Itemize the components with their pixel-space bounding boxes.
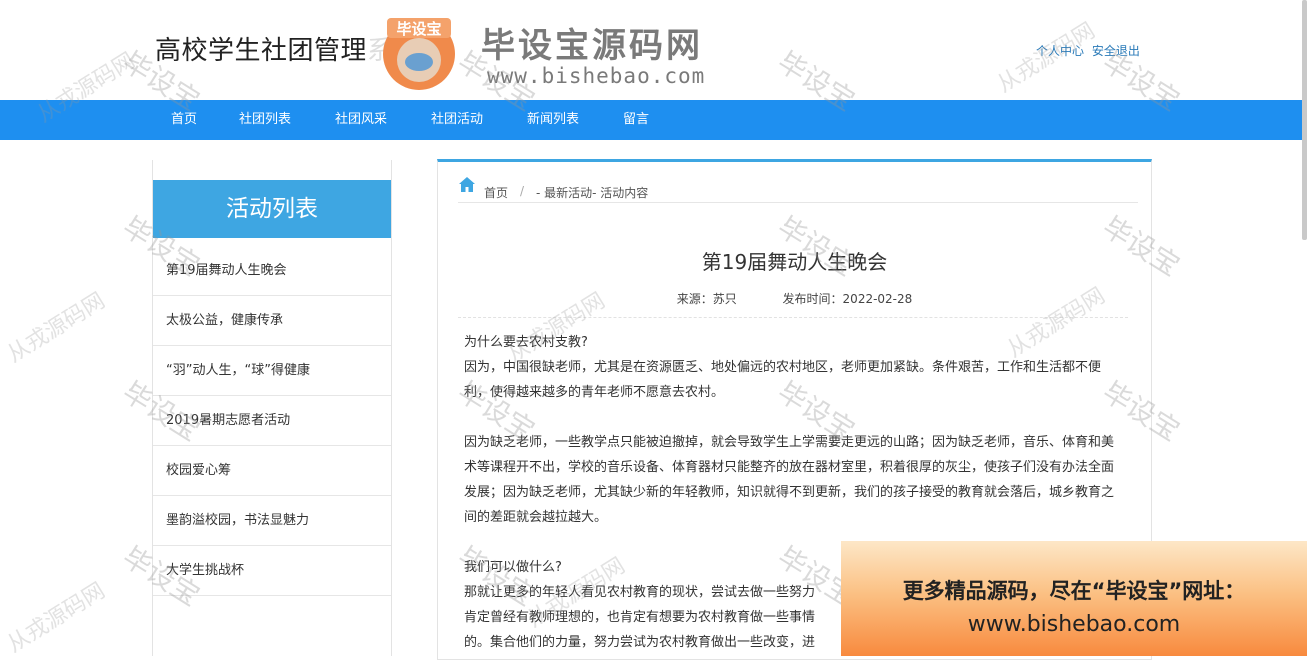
- logo-site-name: 毕设宝源码网: [481, 26, 703, 66]
- sidebar-item-activity[interactable]: 校园爱心筹: [153, 446, 391, 496]
- promo-banner[interactable]: 更多精品源码，尽在“毕设宝”网址： www.bishebao.com: [841, 541, 1307, 656]
- logo-badge-text: 毕设宝: [396, 20, 441, 38]
- user-center-link[interactable]: 个人中心: [1036, 44, 1084, 58]
- activity-list: 第19届舞动人生晚会 太极公益，健康传承 “羽”动人生，“球”得健康 2019暑…: [153, 246, 391, 596]
- logo-badge-icon: 毕设宝: [383, 18, 455, 90]
- logo-url: www.bishebao.com: [487, 64, 706, 88]
- article-paragraph: 因为缺乏老师，一些教学点只能被迫撤掉，就会导致学生上学需要走更远的山路；因为缺乏…: [464, 435, 1115, 525]
- user-links: 个人中心 安全退出: [1036, 42, 1140, 59]
- sidebar-item-activity[interactable]: 太极公益，健康传承: [153, 296, 391, 346]
- sidebar: 活动列表 第19届舞动人生晚会 太极公益，健康传承 “羽”动人生，“球”得健康 …: [152, 160, 392, 656]
- home-icon: [459, 177, 475, 192]
- nav-item-news-list[interactable]: 新闻列表: [527, 100, 579, 140]
- promo-banner-url: www.bishebao.com: [967, 612, 1181, 637]
- article-question: 为什么要去农村支教?: [464, 335, 588, 350]
- logout-link[interactable]: 安全退出: [1092, 44, 1140, 58]
- article-source: 来源：苏只: [676, 292, 737, 306]
- watermark-text: 从戎源码网: [3, 288, 110, 368]
- article-paragraph: 因为，中国很缺老师，尤其是在资源匮乏、地处偏远的农村地区，老师更加紧缺。条件艰苦…: [464, 360, 1102, 400]
- promo-banner-line1: 更多精品源码，尽在“毕设宝”网址：: [902, 579, 1246, 603]
- sidebar-item-activity[interactable]: 大学生挑战杯: [153, 546, 391, 596]
- sidebar-title: 活动列表: [153, 180, 391, 238]
- breadcrumb-current: - 最新活动- 活动内容: [536, 186, 649, 200]
- article-publish-time: 发布时间：2022-02-28: [782, 292, 913, 306]
- nav-item-home[interactable]: 首页: [171, 100, 197, 140]
- nav-item-club-list[interactable]: 社团列表: [239, 100, 291, 140]
- sidebar-item-activity[interactable]: “羽”动人生，“球”得健康: [153, 346, 391, 396]
- page-scrollbar[interactable]: [1302, 0, 1307, 240]
- main-navbar: 首页 社团列表 社团风采 社团活动 新闻列表 留言: [0, 100, 1307, 140]
- logo-watermark: 毕设宝 毕设宝源码网 www.bishebao.com: [365, 4, 757, 104]
- sidebar-item-activity[interactable]: 第19届舞动人生晚会: [153, 246, 391, 296]
- sidebar-item-activity[interactable]: 2019暑期志愿者活动: [153, 396, 391, 446]
- breadcrumb-separator: /: [520, 184, 525, 198]
- sidebar-item-activity[interactable]: 墨韵溢校园，书法显魅力: [153, 496, 391, 546]
- breadcrumb: 首页 / - 最新活动- 活动内容: [458, 176, 1138, 203]
- meta-divider: [458, 317, 1128, 318]
- watermark-text: 从戎源码网: [3, 578, 110, 658]
- nav-item-club-style[interactable]: 社团风采: [335, 100, 387, 140]
- nav-item-messages[interactable]: 留言: [623, 100, 649, 140]
- article-title: 第19届舞动人生晚会: [701, 250, 888, 274]
- breadcrumb-home-link[interactable]: 首页: [484, 184, 508, 201]
- article-meta: 来源：苏只 发布时间：2022-02-28: [438, 290, 1151, 307]
- nav-item-club-activities[interactable]: 社团活动: [431, 100, 483, 140]
